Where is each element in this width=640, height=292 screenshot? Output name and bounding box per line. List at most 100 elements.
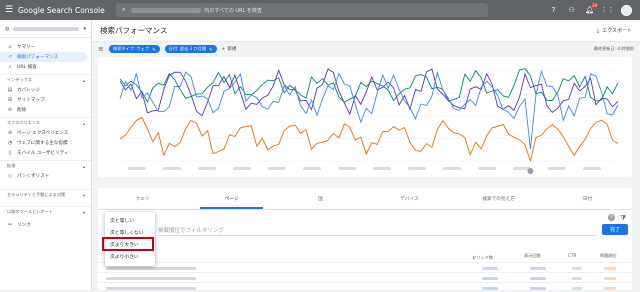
- series-line: [119, 69, 619, 150]
- blurred-cell: [572, 277, 582, 280]
- export-button[interactable]: ⤓ エクスポート: [596, 27, 632, 35]
- filter-chip-date[interactable]: 日付: 過去 3 か月間 ✎: [164, 45, 217, 53]
- blurred-cell: [604, 267, 616, 270]
- sidebar-section-index[interactable]: インデックス ▴: [0, 74, 91, 85]
- table-filter-row: 掲載順位でフィルタリング 完了: [98, 223, 632, 237]
- x-tick-label-blurred: [548, 167, 566, 170]
- x-tick-label-blurred: [408, 167, 426, 170]
- dimension-tabs: クエリ ページ 国 デバイス 検索での見え方 日付: [98, 188, 632, 210]
- users-icon[interactable]: ⚇: [567, 6, 576, 15]
- position-column-header[interactable]: 掲載順位: [600, 253, 617, 259]
- sidebar-section-security[interactable]: セキュリティと手動による対策 ▾: [0, 189, 91, 200]
- edit-icon: ✎: [152, 46, 156, 52]
- x-tick-label-blurred: [338, 167, 356, 170]
- sidebar: ◍ ▾ ⌂ サマリー ↗ 検索パフォーマンス ⌕ URL 検査 インデックス ▴ ▤ カバ…: [0, 20, 92, 290]
- sidebar-item-url-inspection[interactable]: ⌕ URL 検査: [0, 62, 91, 72]
- sidebar-item-links[interactable]: ⚯ リンク: [0, 220, 91, 230]
- last-updated-text: 最終更新日: 4 時間前: [593, 46, 634, 51]
- coverage-icon: ▤: [7, 87, 13, 93]
- bell-icon[interactable]: 🔔︎ 39: [585, 2, 598, 15]
- filter-icon[interactable]: ≡: [98, 45, 104, 53]
- blurred-cell: [530, 277, 546, 280]
- search-placeholder: 内のすべての URL を検査: [204, 7, 262, 14]
- tab-country[interactable]: 国: [276, 188, 365, 209]
- sidebar-item-mobile-usability[interactable]: ▯ モバイル ユーザビリティ: [0, 148, 91, 158]
- notification-badge: 39: [590, 2, 598, 8]
- filter-funnel-icon[interactable]: ⧩: [620, 214, 626, 223]
- sidebar-item-summary[interactable]: ⌂ サマリー: [0, 42, 91, 52]
- search-icon: ⌕: [8, 64, 12, 70]
- app-logo[interactable]: Google Search Console: [18, 6, 105, 15]
- x-tick-label-blurred: [373, 167, 391, 170]
- blurred-cell: [604, 277, 616, 280]
- globe-icon: ◍: [5, 25, 10, 32]
- chevron-up-icon: ▴: [82, 163, 85, 169]
- sidebar-section-experience[interactable]: エクスペリエンス ▴: [0, 117, 91, 128]
- download-icon: ⤓: [596, 27, 600, 34]
- table-row[interactable]: [98, 282, 632, 292]
- property-url-blurred: [131, 7, 202, 13]
- position-filter-input[interactable]: 掲載順位でフィルタリング: [158, 226, 224, 234]
- sidebar-item-coverage[interactable]: ▤ カバレッジ: [0, 85, 91, 95]
- blurred-cell: [106, 267, 196, 270]
- blurred-cell: [106, 277, 196, 280]
- tab-device[interactable]: デバイス: [365, 188, 454, 209]
- table-row[interactable]: [98, 262, 632, 272]
- table-header: ↓ クリック数 表示回数 CTR 掲載順位: [472, 253, 617, 260]
- performance-chart: [119, 68, 619, 174]
- annotation-marker: [527, 168, 534, 174]
- sidebar-item-page-experience[interactable]: ⊕ ページ エクスペリエンス: [0, 128, 91, 138]
- x-tick-label-blurred: [163, 167, 181, 170]
- search-icon: ⌕: [122, 6, 126, 13]
- impressions-column-header[interactable]: 表示回数: [524, 253, 541, 259]
- help-icon[interactable]: ?: [549, 6, 558, 15]
- url-inspect-search[interactable]: ⌕ 内のすべての URL を検査: [116, 3, 488, 17]
- tab-page[interactable]: ページ: [187, 188, 276, 209]
- remove-icon: ⊘: [7, 107, 13, 113]
- filter-chip-search-type[interactable]: 検索タイプ: ウェブ ✎: [108, 45, 160, 53]
- tab-date[interactable]: 日付: [543, 188, 632, 209]
- blurred-cell: [482, 267, 498, 270]
- chevron-up-icon: ▴: [82, 120, 85, 126]
- main-content: 検索パフォーマンス ⤓ エクスポート ≡ 検索タイプ: ウェブ ✎ 日付: 過去 …: [92, 20, 640, 290]
- table-row[interactable]: [98, 272, 632, 282]
- sidebar-section-enhancements[interactable]: 拡張 ▴: [0, 160, 91, 171]
- sidebar-item-performance[interactable]: ↗ 検索パフォーマンス: [0, 52, 87, 62]
- sidebar-item-sitemaps[interactable]: ⊞ サイトマップ: [0, 95, 91, 105]
- chart-line-icon: ↗: [7, 54, 13, 60]
- apps-grid-icon[interactable]: ⋮⋮: [601, 6, 615, 15]
- sitemap-icon: ⊞: [7, 97, 13, 103]
- series-line: [119, 116, 619, 163]
- x-tick-label-blurred: [303, 167, 321, 170]
- new-filter-button[interactable]: + 新規: [221, 46, 237, 53]
- x-tick-label-blurred: [478, 167, 496, 170]
- help-icon[interactable]: ?: [608, 214, 615, 221]
- breadcrumb-icon: ◇: [8, 173, 12, 179]
- option-less-than[interactable]: 次より小さい: [105, 250, 155, 262]
- hamburger-menu-icon[interactable]: ☰: [0, 0, 18, 20]
- page-header: 検索パフォーマンス ⤓ エクスポート: [92, 20, 640, 42]
- blurred-cell: [572, 267, 582, 270]
- sidebar-item-core-web-vitals[interactable]: ◔ ウェブに関する主な指標: [0, 138, 91, 148]
- home-icon: ⌂: [8, 44, 12, 50]
- avatar[interactable]: [621, 4, 632, 16]
- done-button[interactable]: 完了: [602, 224, 628, 235]
- app-name: Google Search Console: [18, 5, 105, 15]
- tab-search-appearance[interactable]: 検索での見え方: [454, 188, 543, 209]
- mobile-icon: ▯: [8, 150, 12, 156]
- plus-icon: +: [221, 46, 226, 52]
- option-equals[interactable]: 次と等しい: [105, 214, 155, 226]
- tab-query[interactable]: クエリ: [98, 188, 187, 209]
- sidebar-item-removals[interactable]: ⊘ 削除: [0, 105, 91, 115]
- sidebar-section-legacy[interactable]: 以前のツールとレポート ▾: [0, 206, 91, 217]
- x-tick-label-blurred: [268, 167, 286, 170]
- page-title: 検索パフォーマンス: [100, 26, 168, 35]
- ctr-column-header[interactable]: CTR: [568, 253, 576, 258]
- chevron-down-icon: ▾: [82, 192, 85, 198]
- chevron-down-icon: ▾: [83, 25, 86, 32]
- speed-icon: ◔: [7, 140, 13, 146]
- sidebar-item-breadcrumbs[interactable]: ◇ パンくずリスト: [0, 171, 91, 181]
- x-tick-label-blurred: [198, 167, 216, 170]
- property-selector[interactable]: ◍ ▾: [0, 20, 91, 38]
- x-tick-label-blurred: [443, 167, 461, 170]
